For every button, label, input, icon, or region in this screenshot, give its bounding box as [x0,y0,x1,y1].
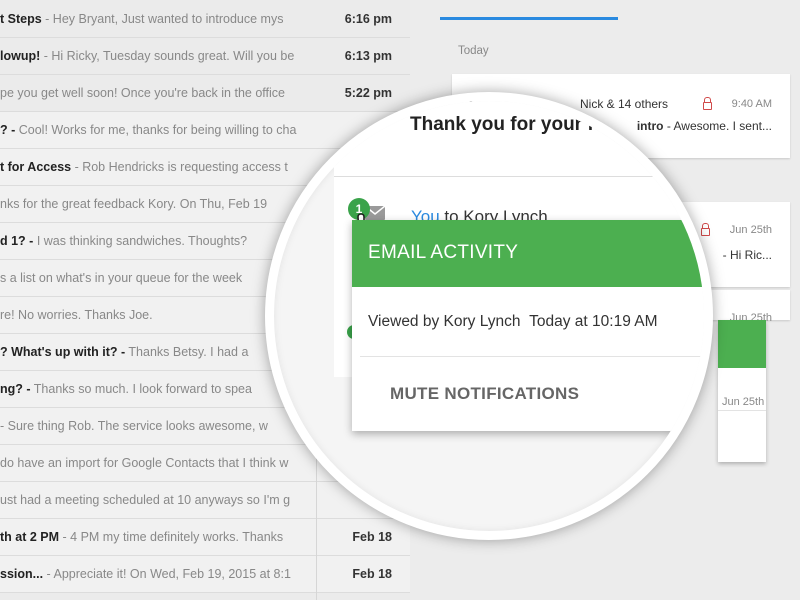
row-snippet: ng? - Thanks so much. I look forward to … [0,382,300,396]
row-snippet: t for Access - Rob Hendricks is requesti… [0,160,300,174]
row-snippet: ? - Cool! Works for me, thanks for being… [0,123,300,137]
magnifier-lens: to Ricky Bo Thank you for your fe You to… [265,92,713,540]
row-snippet: t Steps - Hey Bryant, Just wanted to int… [0,12,300,26]
divider [718,410,766,411]
row-time: 5:22 pm [344,86,392,100]
lock-icon [703,97,712,110]
row-preview: s a list on what's in your queue for the… [0,271,243,285]
row-preview: do have an import for Google Contacts th… [0,456,289,470]
active-tab-indicator [440,17,618,20]
row-subject: ? - [0,123,16,137]
row-subject: ssion... [0,567,44,581]
divider [360,356,704,357]
email-activity-popup-behind: Jun 25th [718,320,766,462]
row-preview: Cool! Works for me, thanks for being wil… [15,123,297,137]
row-preview: - Sure thing Rob. The service looks awes… [0,419,268,433]
row-subject: t Steps [0,12,42,26]
row-snippet: ssion... - Appreciate it! On Wed, Feb 19… [0,567,300,581]
row-preview: Thanks Betsy. I had a [125,345,249,359]
popup-title: EMAIL ACTIVITY [368,242,519,263]
popup-header [718,320,766,368]
row-preview: - 4 PM my time definitely works. Thanks [59,530,284,544]
row-preview: I was thinking sandwiches. Thoughts? [33,234,248,248]
card-subject: Thank you for your fe [410,114,605,135]
row-preview: - Hi Ricky, Tuesday sounds great. Will y… [40,49,295,63]
row-subject: d 1? - [0,234,34,248]
row-subject: ? What's up with it? - [0,345,126,359]
row-subject: t for Access [0,160,72,174]
popup-header: EMAIL ACTIVITY [352,220,704,287]
email-activity-popup: EMAIL ACTIVITY Viewed by Kory Lynch Toda… [352,220,704,431]
row-time: 6:16 pm [344,12,392,26]
inbox-row[interactable]: lowup! - Hi Ricky, Tuesday sounds great.… [0,38,410,75]
row-time: 6:13 pm [344,49,392,63]
row-preview: - Rob Hendricks is requesting access t [71,160,288,174]
today-label: Today [458,45,489,57]
row-snippet: th at 2 PM - 4 PM my time definitely wor… [0,530,300,544]
row-subject: ng? - [0,382,31,396]
row-snippet: lowup! - Hi Ricky, Tuesday sounds great.… [0,49,300,63]
row-preview: Thanks so much. I look forward to spea [30,382,252,396]
card-time: 9:40 AM [731,98,772,110]
row-time: Feb 18 [352,530,392,544]
card-recipient: to Ricky Bo [414,92,506,102]
card-snippet: - Hi Ric... [722,248,772,262]
row-snippet: re! No worries. Thanks Joe. [0,308,300,322]
row-preview: re! No worries. Thanks Joe. [0,308,153,322]
row-time: Feb 18 [352,567,392,581]
row-subject: lowup! [0,49,41,63]
card-time: Jun 25th [722,396,765,408]
lens-content: to Ricky Bo Thank you for your fe You to… [274,92,704,531]
mute-notifications-button[interactable]: MUTE NOTIFICATIONS [390,384,579,404]
row-snippet: pe you get well soon! Once you're back i… [0,86,300,100]
row-preview: pe you get well soon! Once you're back i… [0,86,285,100]
row-snippet: ? What's up with it? - Thanks Betsy. I h… [0,345,300,359]
viewed-when: Today at 10:19 AM [529,313,658,330]
row-snippet: nks for the great feedback Kory. On Thu,… [0,197,300,211]
row-snippet: do have an import for Google Contacts th… [0,456,300,470]
row-snippet: - Sure thing Rob. The service looks awes… [0,419,300,433]
row-preview: ust had a meeting scheduled at 10 anyway… [0,493,291,507]
row-preview: - Hey Bryant, Just wanted to introduce m… [41,12,284,26]
row-preview: - Appreciate it! On Wed, Feb 19, 2015 at… [43,567,291,581]
viewed-by: Viewed by Kory Lynch [368,313,521,330]
card-time: Jun 25th [729,224,772,236]
row-snippet: s a list on what's in your queue for the… [0,271,300,285]
row-subject: th at 2 PM [0,530,60,544]
viewed-by-entry: Viewed by Kory Lynch Today at 10:19 AM [368,313,658,331]
row-snippet: ust had a meeting scheduled at 10 anyway… [0,493,300,507]
row-preview: nks for the great feedback Kory. On Thu,… [0,197,268,211]
inbox-row[interactable]: t Steps - Hey Bryant, Just wanted to int… [0,1,410,38]
inbox-row[interactable]: ssion... - Appreciate it! On Wed, Feb 19… [0,556,410,593]
row-snippet: d 1? - I was thinking sandwiches. Though… [0,234,300,248]
